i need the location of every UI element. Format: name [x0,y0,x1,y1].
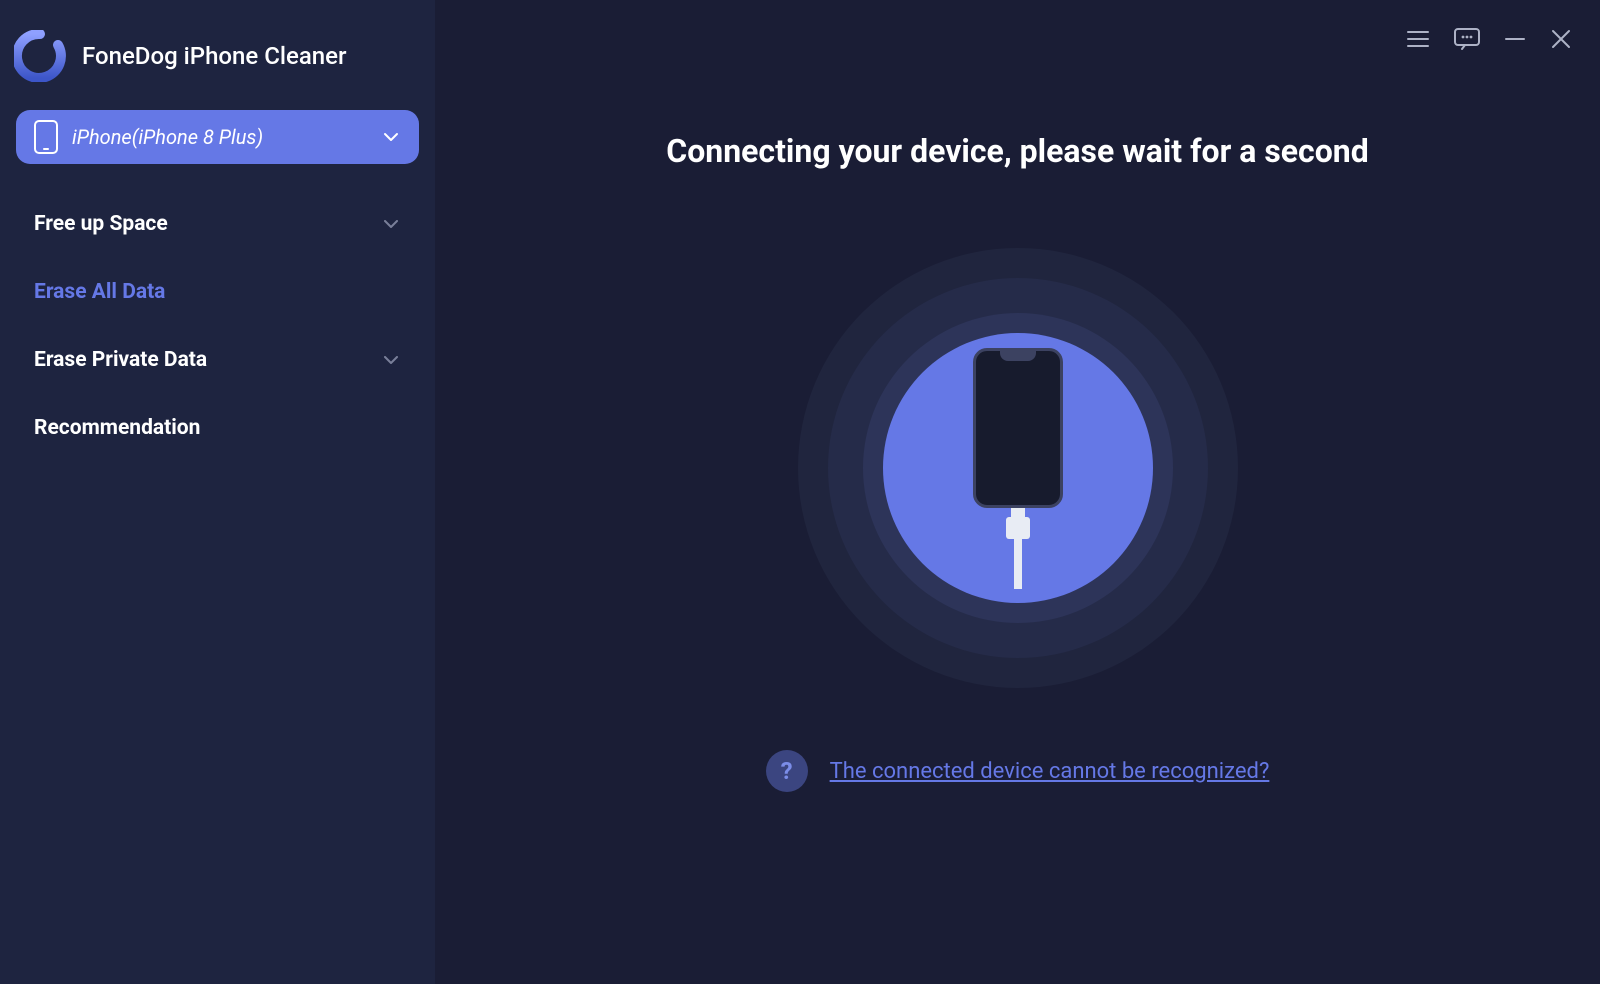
minimize-icon[interactable] [1502,26,1528,56]
feedback-icon[interactable] [1452,24,1482,58]
phone-notch-icon [1000,351,1036,361]
connecting-headline: Connecting your device, please wait for … [666,132,1368,170]
sidebar-item-erase-all-data[interactable]: Erase All Data [10,258,425,326]
device-not-recognized-link[interactable]: The connected device cannot be recognize… [830,759,1270,784]
app-logo-icon [14,30,66,82]
app-title: FoneDog iPhone Cleaner [82,42,347,70]
connecting-graphic [798,248,1238,688]
sidebar-item-label: Erase All Data [34,280,401,304]
cable-tip-icon [1011,507,1025,517]
chevron-down-icon [381,214,401,234]
sidebar-item-label: Free up Space [34,212,381,236]
help-row: ? The connected device cannot be recogni… [766,750,1270,792]
sidebar-item-free-up-space[interactable]: Free up Space [10,190,425,258]
chevron-down-icon [381,350,401,370]
phone-body-icon [973,348,1063,508]
sidebar-item-label: Recommendation [34,416,401,440]
device-selector[interactable]: iPhone(iPhone 8 Plus) [16,110,419,164]
sidebar-item-erase-private-data[interactable]: Erase Private Data [10,326,425,394]
sidebar-item-recommendation[interactable]: Recommendation [10,394,425,462]
sidebar-nav: Free up Space Erase All Data Erase Priva… [10,190,425,462]
cable-plug-icon [1006,517,1030,539]
device-selector-label: iPhone(iPhone 8 Plus) [72,125,381,149]
close-icon[interactable] [1548,26,1574,56]
phone-icon [34,120,58,154]
phone-with-cable-icon [973,348,1063,589]
window-controls [1404,24,1574,58]
main-content: Connecting your device, please wait for … [435,0,1600,984]
help-badge-label: ? [781,757,793,785]
menu-icon[interactable] [1404,25,1432,57]
chevron-down-icon [381,127,401,147]
cable-wire-icon [1014,539,1022,589]
help-icon[interactable]: ? [766,750,808,792]
sidebar-item-label: Erase Private Data [34,348,381,372]
brand: FoneDog iPhone Cleaner [10,20,425,110]
sidebar: FoneDog iPhone Cleaner iPhone(iPhone 8 P… [0,0,435,984]
